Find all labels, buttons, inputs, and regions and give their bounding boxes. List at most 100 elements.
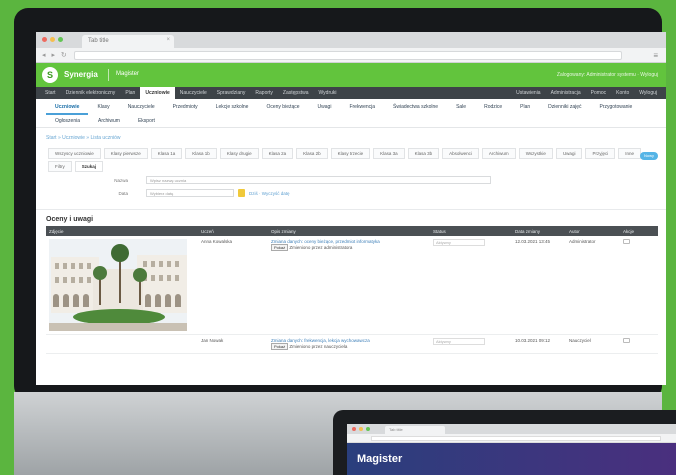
sub-nav-item-klasy[interactable]: Klasy xyxy=(88,101,118,115)
table-row[interactable]: Jan Nowak Zmiana danych: frekwencja, lek… xyxy=(46,334,658,354)
browser-tab[interactable]: Tab title × xyxy=(82,35,174,48)
main-nav-item-ustawienia[interactable]: Ustawienia xyxy=(511,90,545,96)
sub-nav-item-rodzice[interactable]: Rodzice xyxy=(475,101,511,115)
sub-nav-item-frekwencja[interactable]: Frekwencja xyxy=(340,101,384,115)
col-student[interactable]: Uczeń xyxy=(198,226,268,236)
sub-nav-item-sale[interactable]: Sale xyxy=(447,101,475,115)
main-nav-item-zastepstwa[interactable]: Zastępstwa xyxy=(278,90,314,96)
table-row[interactable]: Anna Kowalska Zmiana danych: oceny bieżą… xyxy=(46,236,658,335)
building-photo xyxy=(49,239,187,331)
col-photo[interactable]: Zdjęcie xyxy=(46,226,198,236)
filter-tab-klasa-1a[interactable]: Klasa 1a xyxy=(150,148,183,159)
filter-tab-klasa-3a[interactable]: Klasa 3a xyxy=(373,148,405,159)
col-author[interactable]: Autor xyxy=(566,226,620,236)
filter-tab-filtry[interactable]: Filtry xyxy=(48,161,72,172)
col-description[interactable]: Opis zmiany xyxy=(268,226,430,236)
date-input[interactable]: Wybierz datę xyxy=(146,189,234,197)
col-date[interactable]: Data zmiany xyxy=(512,226,566,236)
status-select[interactable]: Aktywny xyxy=(433,239,485,246)
filter-tab-wszyscy-uczniowie[interactable]: Wszyscy uczniowie xyxy=(48,148,101,159)
filter-tab-search[interactable]: Szukaj xyxy=(74,161,104,172)
main-nav-item-konto[interactable]: Konto xyxy=(611,90,634,96)
app-header: S Synergia Magister Zalogowany: Administ… xyxy=(36,63,666,87)
actions-cell xyxy=(620,236,658,335)
edit-icon[interactable] xyxy=(623,239,630,244)
laptop-hero-title: Magister xyxy=(357,453,403,465)
browser-nav-buttons[interactable]: ◂ ▸ ↻ xyxy=(42,51,69,59)
sub-nav-item-przedmioty[interactable]: Przedmioty xyxy=(164,101,207,115)
laptop-browser-tab[interactable]: Tab title xyxy=(385,426,445,434)
sub-nav-item-oceny-biezace[interactable]: Oceny bieżące xyxy=(257,101,308,115)
filter-tab-uwagi[interactable]: Uwagi xyxy=(555,148,583,159)
minimize-window-icon[interactable] xyxy=(50,37,55,42)
show-button[interactable]: Pokaż xyxy=(271,343,289,350)
name-input[interactable]: Wpisz nazwę ucznia xyxy=(146,176,491,184)
show-button[interactable]: Pokaż xyxy=(271,244,289,251)
filter-tab-klasa-2a[interactable]: Klasa 2a xyxy=(261,148,294,159)
main-nav: Start Dziennik elektroniczny Plan Uczniowie… xyxy=(36,87,666,99)
name-label: Nazwa xyxy=(114,178,128,183)
changes-table: Zdjęcie Uczeń Opis zmiany Status Data zm… xyxy=(46,226,658,354)
filter-tab-klasa-2b[interactable]: Klasa 2b xyxy=(296,148,328,159)
main-nav-item-pomoc[interactable]: Pomoc xyxy=(586,90,612,96)
main-nav-item-wyloguj[interactable]: Wyloguj xyxy=(634,90,662,96)
date-label: Data xyxy=(118,191,128,196)
laptop-minimize-icon[interactable] xyxy=(359,427,363,431)
description-detail: Pokaż Zmieniono przez administratora xyxy=(271,244,427,251)
filter-tab-klasa-1b[interactable]: Klasa 1b xyxy=(185,148,217,159)
breadcrumb[interactable]: Start » Uczniowie » Lista uczniów xyxy=(36,128,666,144)
sub-nav-item-uczniowie[interactable]: Uczniowie xyxy=(46,101,89,115)
user-info[interactable]: Zalogowany: Administrator systemu · Wylo… xyxy=(557,72,658,78)
filter-tab-archiwum[interactable]: Archiwum xyxy=(481,148,516,159)
main-nav-item-plan[interactable]: Plan xyxy=(120,90,140,96)
filter-tab-klasy-drugie[interactable]: Klasy drugie xyxy=(219,148,259,159)
sub-nav-item-eksport[interactable]: Eksport xyxy=(129,115,164,127)
main-nav-item-raporty[interactable]: Raporty xyxy=(250,90,278,96)
sub-nav-item-nauczyciele[interactable]: Nauczyciele xyxy=(119,101,164,115)
browser-menu-icon[interactable]: ≡ xyxy=(653,51,658,60)
main-nav-item-uczniowie[interactable]: Uczniowie xyxy=(140,87,175,99)
filter-tab-wszystkie[interactable]: Wszystkie xyxy=(518,148,553,159)
laptop-screen: Tab title Magister xyxy=(347,424,676,475)
main-nav-item-sprawdziany[interactable]: Sprawdziany xyxy=(212,90,251,96)
close-window-icon[interactable] xyxy=(42,37,47,42)
sub-nav-item-przygotowanie[interactable]: Przygotowanie xyxy=(591,101,642,115)
laptop-url-input[interactable] xyxy=(371,436,661,441)
photo-cell xyxy=(46,236,198,335)
filter-tab-absolwenci[interactable]: Absolwenci xyxy=(442,148,479,159)
close-tab-icon[interactable]: × xyxy=(166,37,170,43)
sub-nav-item-dzienniki-zajec[interactable]: Dzienniki zajęć xyxy=(539,101,590,115)
main-nav-item-administracja[interactable]: Administracja xyxy=(546,90,586,96)
student-cell[interactable]: Anna Kowalska xyxy=(198,236,268,335)
filter-tab-klasy-trzecie[interactable]: Klasy trzecie xyxy=(330,148,371,159)
laptop-close-icon[interactable] xyxy=(352,427,356,431)
sub-nav-item-archiwum[interactable]: Archiwum xyxy=(89,115,129,127)
laptop-maximize-icon[interactable] xyxy=(366,427,370,431)
filter-tab-klasy-pierwsze[interactable]: Klasy pierwsze xyxy=(103,148,148,159)
col-actions[interactable]: Akcje xyxy=(620,226,658,236)
new-button[interactable]: Nowy xyxy=(640,152,658,160)
url-input[interactable] xyxy=(74,51,622,60)
edit-icon[interactable] xyxy=(623,338,630,343)
status-select[interactable]: Aktywny xyxy=(433,338,485,345)
filter-tab-inne[interactable]: Inne xyxy=(618,148,641,159)
maximize-window-icon[interactable] xyxy=(58,37,63,42)
filter-tab-klasa-3b[interactable]: Klasa 3b xyxy=(407,148,440,159)
calendar-icon[interactable] xyxy=(238,189,245,197)
filter-tab-przyjeci[interactable]: Przyjęci xyxy=(585,148,616,159)
sub-nav-item-swiadectwa-szkolne[interactable]: Świadectwa szkolne xyxy=(384,101,447,115)
sub-nav-item-uwagi[interactable]: Uwagi xyxy=(309,101,341,115)
student-cell[interactable]: Jan Nowak xyxy=(198,334,268,354)
today-link[interactable]: Dziś · Wyczyść datę xyxy=(249,191,289,196)
sub-nav-item-plan[interactable]: Plan xyxy=(511,101,539,115)
sub-nav-item-og-oszenia[interactable]: Ogłoszenia xyxy=(46,115,89,127)
main-nav-item-wydruki[interactable]: Wydruki xyxy=(313,90,341,96)
col-status[interactable]: Status xyxy=(430,226,512,236)
main-nav-item-start[interactable]: Start xyxy=(40,90,61,96)
browser-tab-title: Tab title xyxy=(88,38,109,44)
description-note: Zmieniono przez administratora xyxy=(289,245,353,250)
main-nav-item-nauczyciele[interactable]: Nauczyciele xyxy=(175,90,212,96)
sub-nav-item-lekcje-szkolne[interactable]: Lekcje szkolne xyxy=(207,101,258,115)
main-nav-item-dziennik-elektroniczny[interactable]: Dziennik elektroniczny xyxy=(61,90,121,96)
app-logo-icon[interactable]: S xyxy=(42,67,58,83)
